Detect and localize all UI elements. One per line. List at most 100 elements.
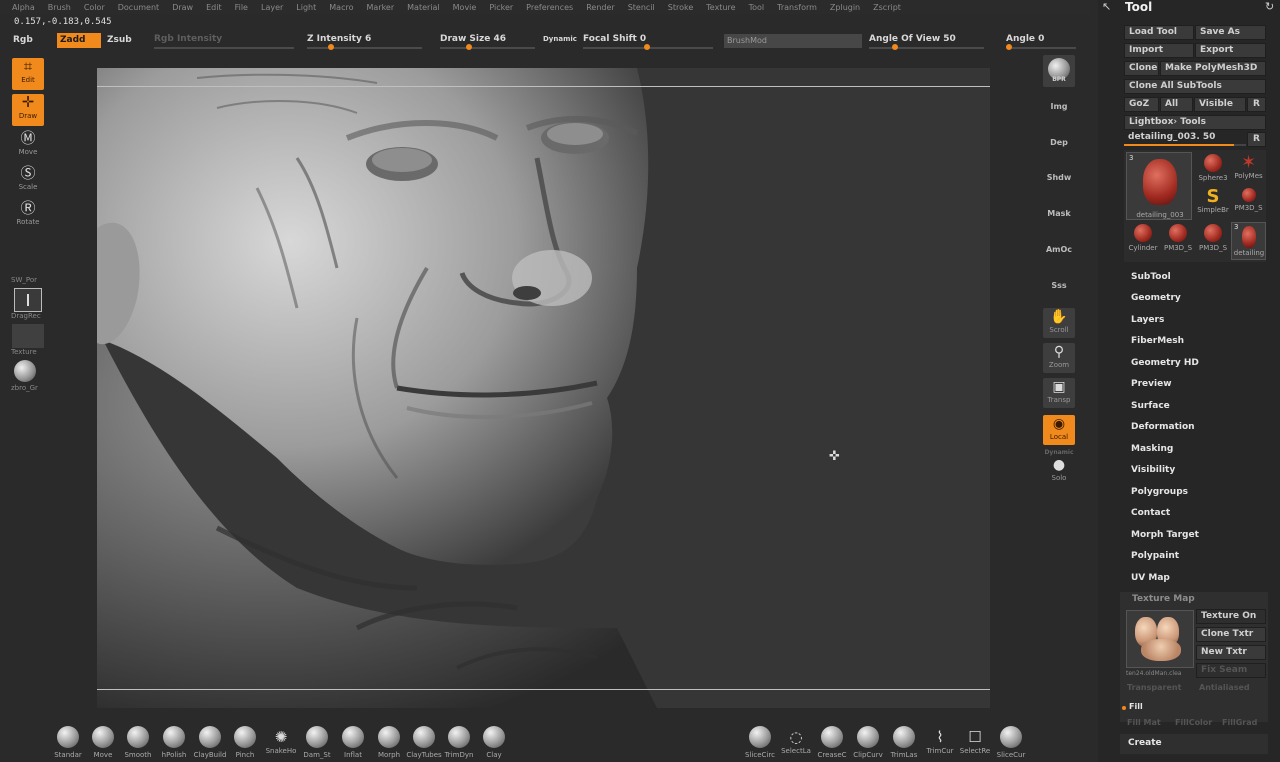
export-button[interactable]: Export [1195, 43, 1266, 58]
material-selector[interactable] [14, 360, 40, 384]
texture-on-button[interactable]: Texture On [1196, 609, 1266, 624]
menu-marker[interactable]: Marker [366, 3, 394, 12]
lightbox-tools-button[interactable]: Lightbox› Tools [1124, 115, 1266, 130]
brush-selectlasso[interactable]: ◌ SelectLa [778, 726, 814, 755]
goz-visible-button[interactable]: Visible [1194, 97, 1246, 112]
transparent-toggle[interactable]: Transparent [1127, 683, 1181, 692]
section-polygroups[interactable]: Polygroups [1131, 487, 1188, 497]
brush-clipcurve[interactable]: ClipCurv [850, 726, 886, 759]
section-uv-map[interactable]: UV Map [1131, 573, 1170, 583]
brush-slicecirc[interactable]: SliceCirc [742, 726, 778, 759]
menu-transform[interactable]: Transform [777, 3, 817, 12]
brush-claytubes[interactable]: ClayTubes [406, 726, 442, 759]
sss-button[interactable]: Sss [1043, 281, 1075, 290]
z-intensity-slider[interactable]: Z Intensity 6 [307, 34, 371, 44]
scroll-button[interactable]: ✋ Scroll [1043, 308, 1075, 338]
panel-close-icon[interactable]: ↻ [1265, 0, 1274, 13]
texture-selector[interactable] [12, 324, 44, 348]
goz-button[interactable]: GoZ [1124, 97, 1159, 112]
dynamic-toggle[interactable]: Dynamic [543, 35, 577, 43]
scale-button[interactable]: Ⓢ Scale [12, 165, 44, 197]
create-section[interactable]: Create [1120, 734, 1268, 754]
zsub-button[interactable]: Zsub [107, 35, 132, 45]
img-button[interactable]: Img [1043, 102, 1075, 111]
menu-stroke[interactable]: Stroke [668, 3, 694, 12]
angle-slider[interactable]: Angle 0 [1006, 34, 1044, 44]
menu-color[interactable]: Color [84, 3, 105, 12]
section-preview[interactable]: Preview [1131, 379, 1172, 389]
import-button[interactable]: Import [1124, 43, 1194, 58]
tool-thumb-polymesh[interactable]: ✶ PolyMes [1231, 154, 1266, 181]
menu-zscript[interactable]: Zscript [873, 3, 901, 12]
clone-txtr-button[interactable]: Clone Txtr [1196, 627, 1266, 642]
brush-hpolish[interactable]: hPolish [156, 726, 192, 759]
brush-creasecurve[interactable]: CreaseC [814, 726, 850, 759]
angle-of-view-slider[interactable]: Angle Of View 50 [869, 34, 956, 44]
menu-light[interactable]: Light [296, 3, 316, 12]
menu-document[interactable]: Document [118, 3, 159, 12]
tool-thumb-pm3d-1[interactable]: PM3D_S [1231, 188, 1266, 212]
clone-button[interactable]: Clone [1124, 61, 1159, 76]
z-intensity-knob[interactable] [328, 44, 334, 50]
menu-layer[interactable]: Layer [261, 3, 283, 12]
rgb-button[interactable]: Rgb [13, 35, 33, 45]
brush-trimlasso[interactable]: TrimLas [886, 726, 922, 759]
stroke-selector[interactable] [14, 288, 42, 312]
amoc-button[interactable]: AmOc [1043, 245, 1075, 254]
menu-material[interactable]: Material [407, 3, 440, 12]
tool-thumb-pm3d-3[interactable]: PM3D_S [1196, 224, 1230, 252]
clone-all-subtools-button[interactable]: Clone All SubTools [1124, 79, 1266, 94]
menu-alpha[interactable]: Alpha [12, 3, 35, 12]
rotate-button[interactable]: Ⓡ Rotate [12, 200, 44, 232]
focal-shift-slider[interactable]: Focal Shift 0 [583, 34, 646, 44]
focal-shift-knob[interactable] [644, 44, 650, 50]
fill-grad-button[interactable]: FillGrad [1222, 718, 1257, 727]
fill-color-button[interactable]: FillColor [1175, 718, 1212, 727]
tool-thumb-cylinder[interactable]: Cylinder [1126, 224, 1160, 252]
goz-r-button[interactable]: R [1247, 97, 1266, 112]
section-surface[interactable]: Surface [1131, 401, 1170, 411]
section-geometry[interactable]: Geometry [1131, 293, 1181, 303]
draw-size-knob[interactable] [466, 44, 472, 50]
section-polypaint[interactable]: Polypaint [1131, 551, 1179, 561]
draw-size-slider[interactable]: Draw Size 46 [440, 34, 506, 44]
menu-brush[interactable]: Brush [48, 3, 71, 12]
section-morph-target[interactable]: Morph Target [1131, 530, 1199, 540]
antialiased-toggle[interactable]: Antialiased [1199, 683, 1250, 692]
angle-knob[interactable] [1006, 44, 1012, 50]
brush-dam-standard[interactable]: Dam_St [299, 726, 335, 759]
shdw-button[interactable]: Shdw [1043, 173, 1075, 182]
brush-slicecurve[interactable]: SliceCur [993, 726, 1029, 759]
brush-trimdynamic[interactable]: TrimDyn [441, 726, 477, 759]
tool-thumb-sphere3[interactable]: Sphere3 [1196, 154, 1230, 182]
tool-thumb-pm3d-2[interactable]: PM3D_S [1161, 224, 1195, 252]
brush-claybuildup[interactable]: ClayBuild [192, 726, 228, 759]
brush-standard[interactable]: Standar [50, 726, 86, 759]
tool-thumb-detailing-small[interactable]: 3 detailing [1231, 222, 1266, 260]
menu-file[interactable]: File [235, 3, 248, 12]
brush-inflat[interactable]: Inflat [335, 726, 371, 759]
brush-snakehook[interactable]: ✺ SnakeHo [263, 726, 299, 755]
solo-button[interactable]: ● Solo [1043, 456, 1075, 486]
brush-pinch[interactable]: Pinch [227, 726, 263, 759]
dep-button[interactable]: Dep [1043, 138, 1075, 147]
edit-button[interactable]: ⌗ Edit [12, 58, 44, 90]
section-subtool[interactable]: SubTool [1131, 272, 1171, 282]
brush-trimcurve[interactable]: ⌇ TrimCur [922, 726, 958, 755]
section-masking[interactable]: Masking [1131, 444, 1173, 454]
load-tool-button[interactable]: Load Tool [1124, 25, 1194, 40]
angle-of-view-knob[interactable] [892, 44, 898, 50]
brushmod-slider[interactable]: BrushMod [724, 34, 862, 48]
tool-r-button[interactable]: R [1247, 132, 1266, 147]
save-as-button[interactable]: Save As [1195, 25, 1266, 40]
move-button[interactable]: Ⓜ Move [12, 130, 44, 162]
tool-thumb-detailing[interactable]: 3 detailing_003 [1126, 152, 1192, 220]
brush-selectrect[interactable]: ☐ SelectRe [957, 726, 993, 755]
section-fibermesh[interactable]: FiberMesh [1131, 336, 1184, 346]
fill-button[interactable]: Fill [1129, 702, 1143, 711]
section-contact[interactable]: Contact [1131, 508, 1170, 518]
fix-seam-button[interactable]: Fix Seam [1196, 663, 1266, 678]
texture-map-title[interactable]: Texture Map [1132, 594, 1195, 604]
draw-button[interactable]: ✛ Draw [12, 94, 44, 126]
tool-thumb-simplebrush[interactable]: S SimpleBr [1196, 188, 1230, 215]
